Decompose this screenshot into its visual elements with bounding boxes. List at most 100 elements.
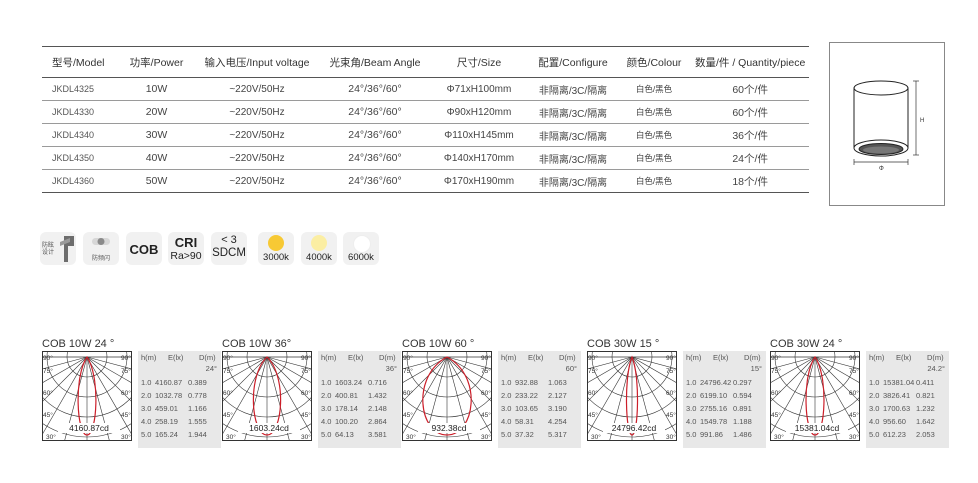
color-temp-6000k-label: 6000k (348, 252, 374, 263)
polar-chart: COB 30W 15 ° 90° 90° 75° 75° 60° 60° 45° 45° 30° 3… (587, 338, 767, 453)
table-row: 1.0 932.88 1.063 (498, 378, 581, 390)
cell-diameter: 1.486 (733, 430, 752, 439)
cell-illuminance: 932.88 (515, 378, 538, 387)
angle-label: 30° (849, 433, 859, 441)
angle-label: 75° (121, 367, 131, 375)
downlight-outline-drawing: H Φ (853, 80, 924, 172)
flicker-free-label: 防频闪 (91, 256, 110, 262)
angle-label: 75° (301, 367, 311, 375)
cell-height: 3.0 (501, 404, 512, 413)
cell-height: 2.0 (686, 391, 697, 400)
header-size: 尺寸/Size (429, 46, 529, 78)
angle-label: 30° (406, 433, 416, 441)
angle-label: 60° (771, 389, 781, 397)
beam-angle-value: 60° (565, 364, 577, 373)
angle-label: 75° (588, 367, 598, 375)
cell-diameter: 4.254 (548, 417, 567, 426)
cell-illuminance: 37.32 (515, 430, 534, 439)
cob-label: COB (129, 242, 159, 257)
cell-quantity: 36个/件 (691, 123, 810, 147)
cell-height: 3.0 (686, 404, 697, 413)
table-row: JKDL4350 40W ~220V/50Hz 24°/36°/60° Φ140xH17… (42, 146, 810, 170)
col-h: h(m) (141, 353, 157, 362)
color-temp-3000k-swatch (268, 235, 284, 251)
cob-feature: COB (126, 232, 162, 265)
height-label: H (920, 118, 924, 124)
cell-model: JKDL4350 (42, 146, 120, 170)
angle-label: 45° (403, 411, 413, 419)
cell-illuminance: 6199.10 (700, 391, 728, 400)
angle-label: 60° (43, 389, 53, 397)
cell-height: 1.0 (501, 378, 512, 387)
cell-quantity: 18个/件 (691, 169, 810, 193)
cell-height: 4.0 (869, 417, 880, 426)
cell-diameter: 0.389 (188, 378, 207, 387)
color-temp-4000k: 4000k (301, 232, 337, 265)
cell-illuminance: 15381.04 (883, 378, 915, 387)
angle-label: 60° (481, 389, 491, 397)
table-row: 2.0 1032.78 0.778 (138, 391, 221, 403)
cell-illuminance: 64.13 (335, 430, 354, 439)
cell-colour: 白色/黑色 (617, 146, 691, 170)
cell-beam-angle: 24°/36°/60° (321, 123, 429, 147)
cell-power: 20W (120, 100, 193, 124)
cell-illuminance: 400.81 (335, 391, 358, 400)
angle-label: 45° (301, 411, 311, 419)
col-e: E(lx) (168, 353, 184, 362)
angle-label: 90° (223, 354, 233, 362)
table-row: 2.0 6199.10 0.594 (683, 391, 766, 403)
cell-illuminance: 24796.42 (700, 378, 732, 387)
cell-diameter: 0.594 (733, 391, 752, 400)
cell-diameter: 1.188 (733, 417, 752, 426)
table-row: JKDL4360 50W ~220V/50Hz 24°/36°/60° Φ170xH19… (42, 169, 810, 193)
beam-angle-value: 24° (205, 364, 217, 373)
cell-illuminance: 178.14 (335, 404, 358, 413)
angle-label: 90° (666, 354, 676, 362)
angle-label: 90° (849, 354, 859, 362)
angle-label: 90° (771, 354, 781, 362)
col-d: D(m) (379, 353, 396, 362)
table-row: 5.0 991.86 1.486 (683, 430, 766, 442)
cell-diameter: 5.317 (548, 430, 567, 439)
cell-diameter: 1.944 (188, 430, 207, 439)
cell-size: Φ170xH190mm (429, 169, 529, 193)
cell-illuminance: 233.22 (515, 391, 538, 400)
spec-header-row: 型号/Model 功率/Power 输入电压/Input voltage 光束角… (42, 46, 810, 78)
polar-title: COB 30W 15 ° (587, 338, 660, 350)
col-h: h(m) (686, 353, 702, 362)
cell-power: 40W (120, 146, 193, 170)
cell-height: 2.0 (321, 391, 332, 400)
cell-diameter: 0.716 (368, 378, 387, 387)
cell-model: JKDL4330 (42, 100, 120, 124)
illuminance-table: h(m) E(lx) D(m) 24.2° 1.0 15381.04 0.411 2.0 382… (866, 351, 949, 448)
cell-illuminance: 58.31 (515, 417, 534, 426)
cell-diameter: 1.555 (188, 417, 207, 426)
col-d: D(m) (559, 353, 576, 362)
cell-illuminance: 165.24 (155, 430, 178, 439)
col-d: D(m) (927, 353, 944, 362)
cell-illuminance: 1700.63 (883, 404, 911, 413)
col-h: h(m) (321, 353, 337, 362)
cell-voltage: ~220V/50Hz (193, 169, 321, 193)
cell-diameter: 0.411 (916, 378, 935, 387)
header-beam-angle: 光束角/Beam Angle (321, 46, 429, 78)
cell-configure: 非隔离/3C/隔离 (529, 123, 617, 147)
cell-diameter: 3.190 (548, 404, 567, 413)
angle-label: 75° (771, 367, 781, 375)
anti-glare-label: 防眩 设计 (42, 243, 55, 256)
table-row: 3.0 459.01 1.166 (138, 404, 221, 416)
color-temp-4000k-swatch (311, 235, 327, 251)
table-row: 4.0 258.19 1.555 (138, 417, 221, 429)
angle-label: 90° (588, 354, 598, 362)
col-d: D(m) (199, 353, 216, 362)
polar-chart: COB 10W 36° 90° 90° 75° 75° 60° 60° 45° 45° 30° 30… (222, 338, 402, 453)
cell-power: 50W (120, 169, 193, 193)
cell-height: 1.0 (321, 378, 332, 387)
col-e: E(lx) (896, 353, 912, 362)
cell-beam-angle: 24°/36°/60° (321, 100, 429, 124)
flicker-free-feature: 防频闪 (83, 232, 119, 265)
cell-illuminance: 612.23 (883, 430, 906, 439)
cell-height: 3.0 (869, 404, 880, 413)
color-temp-6000k-swatch (353, 235, 371, 253)
angle-label: 45° (666, 411, 676, 419)
